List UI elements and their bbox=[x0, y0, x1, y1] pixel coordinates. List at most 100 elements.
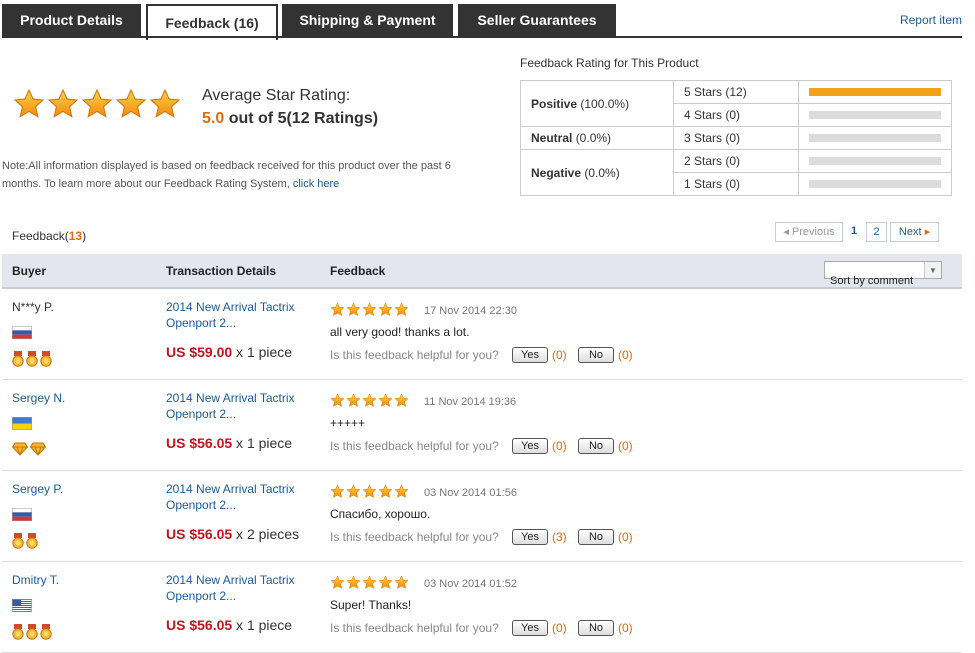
product-link[interactable]: 2014 New Arrival Tactrix Openport 2... bbox=[166, 481, 316, 513]
helpful-yes-button[interactable]: Yes bbox=[512, 347, 548, 363]
sort-select[interactable]: Sort by comment ▼ bbox=[824, 261, 942, 287]
buyer-level bbox=[12, 351, 54, 367]
buyer-name[interactable]: Sergey P. bbox=[12, 482, 63, 496]
helpful-no-button[interactable]: No bbox=[578, 438, 614, 454]
star-icon bbox=[330, 575, 345, 595]
feedback-table-header: Buyer Transaction Details Feedback Sort … bbox=[2, 254, 962, 289]
buyer-level bbox=[12, 533, 40, 549]
buyer-level bbox=[12, 624, 54, 640]
feedback-row: Sergey N. 2014 New Arrival Tactrix Openpo… bbox=[2, 380, 962, 471]
feedback-comment: +++++ bbox=[330, 416, 366, 430]
star-icon bbox=[394, 393, 409, 413]
helpful-yes-button[interactable]: Yes bbox=[512, 529, 548, 545]
buyer-level-icon bbox=[29, 442, 47, 460]
star-icon bbox=[378, 575, 393, 595]
feedback-row: Dmitry T. 2014 New Arrival Tactrix Openpo… bbox=[2, 562, 962, 653]
neutral-cell: Neutral (0.0%) bbox=[520, 126, 674, 150]
star-bar-cell bbox=[798, 149, 952, 173]
feedback-stars bbox=[330, 575, 410, 595]
star-icon bbox=[330, 302, 345, 322]
star-icon bbox=[362, 484, 377, 504]
star-icon bbox=[362, 393, 377, 413]
buyer-name: N***y P. bbox=[12, 300, 54, 314]
feedback-stars bbox=[330, 302, 410, 322]
star-icon bbox=[362, 302, 377, 322]
yes-count: (0) bbox=[552, 348, 567, 362]
star-icon bbox=[346, 484, 361, 504]
buyer-level-icon bbox=[26, 351, 38, 371]
helpful-question: Is this feedback helpful for you? bbox=[330, 348, 499, 362]
feedback-row: Sergey P. 2014 New Arrival Tactrix Openpo… bbox=[2, 471, 962, 562]
page-2-button[interactable]: 2 bbox=[866, 222, 887, 242]
buyer-name[interactable]: Dmitry T. bbox=[12, 573, 59, 587]
star-row-label: 3 Stars (0) bbox=[673, 126, 799, 150]
star-bar-cell bbox=[798, 103, 952, 127]
click-here-link[interactable]: click here bbox=[293, 178, 339, 190]
page-1-current: 1 bbox=[850, 225, 858, 237]
star-bar bbox=[809, 180, 941, 188]
star-row-label: 4 Stars (0) bbox=[673, 103, 799, 127]
star-row-label: 1 Stars (0) bbox=[673, 172, 799, 196]
previous-page-button[interactable]: ◂ Previous bbox=[775, 222, 843, 242]
buyer-level bbox=[11, 442, 48, 460]
feedback-stars bbox=[330, 484, 410, 504]
star-icon bbox=[330, 484, 345, 504]
country-flag-icon bbox=[11, 507, 33, 522]
feedback-stars bbox=[330, 393, 410, 413]
feedback-row: N***y P. 2014 New Arrival Tactrix Openpor… bbox=[2, 289, 962, 380]
helpful-yes-button[interactable]: Yes bbox=[512, 438, 548, 454]
star-icon bbox=[346, 393, 361, 413]
feedback-date: 11 Nov 2014 19:36 bbox=[424, 396, 517, 408]
next-page-button[interactable]: Next ▸ bbox=[890, 222, 939, 242]
star-icon bbox=[378, 484, 393, 504]
star-icon bbox=[115, 88, 147, 125]
product-link[interactable]: 2014 New Arrival Tactrix Openport 2... bbox=[166, 299, 316, 331]
star-icon bbox=[13, 88, 45, 125]
helpful-no-button[interactable]: No bbox=[578, 620, 614, 636]
star-icon bbox=[394, 484, 409, 504]
star-bar bbox=[809, 157, 941, 165]
rating-table-title: Feedback Rating for This Product bbox=[520, 56, 699, 70]
tab-shipping-payment[interactable]: Shipping & Payment bbox=[282, 4, 453, 36]
feedback-note: Note:All information displayed is based … bbox=[2, 157, 472, 193]
star-bar-cell bbox=[798, 172, 952, 196]
order-price: US $56.05 x 1 piece bbox=[166, 435, 293, 451]
star-icon bbox=[330, 393, 345, 413]
tab-product-details[interactable]: Product Details bbox=[2, 4, 141, 36]
feedback-date: 17 Nov 2014 22:30 bbox=[424, 305, 517, 317]
star-bar bbox=[809, 111, 941, 119]
col-buyer: Buyer bbox=[12, 264, 47, 278]
tab-seller-guarantees[interactable]: Seller Guarantees bbox=[458, 4, 616, 36]
tab-feedback[interactable]: Feedback (16) bbox=[146, 4, 278, 40]
star-icon bbox=[394, 302, 409, 322]
no-count: (0) bbox=[618, 530, 633, 544]
yes-count: (3) bbox=[552, 530, 567, 544]
star-icon bbox=[346, 302, 361, 322]
country-flag-icon bbox=[11, 416, 33, 431]
tab-bar: Product Details Feedback (16) Shipping &… bbox=[0, 0, 962, 40]
star-bar-cell bbox=[798, 80, 952, 104]
average-stars bbox=[13, 88, 183, 125]
star-row-label: 2 Stars (0) bbox=[673, 149, 799, 173]
feedback-date: 03 Nov 2014 01:56 bbox=[424, 487, 517, 499]
star-icon bbox=[47, 88, 79, 125]
report-item-link[interactable]: Report item bbox=[900, 13, 962, 27]
col-transaction: Transaction Details bbox=[166, 264, 277, 278]
no-count: (0) bbox=[618, 348, 633, 362]
helpful-no-button[interactable]: No bbox=[578, 529, 614, 545]
helpful-yes-button[interactable]: Yes bbox=[512, 620, 548, 636]
helpful-question: Is this feedback helpful for you? bbox=[330, 621, 499, 635]
buyer-name[interactable]: Sergey N. bbox=[12, 391, 65, 405]
product-link[interactable]: 2014 New Arrival Tactrix Openport 2... bbox=[166, 572, 316, 604]
star-icon bbox=[346, 575, 361, 595]
no-count: (0) bbox=[618, 439, 633, 453]
feedback-date: 03 Nov 2014 01:52 bbox=[424, 578, 517, 590]
helpful-no-button[interactable]: No bbox=[578, 347, 614, 363]
average-rating-value: 5.0 out of 5(12 Ratings) bbox=[202, 110, 378, 128]
product-link[interactable]: 2014 New Arrival Tactrix Openport 2... bbox=[166, 390, 316, 422]
feedback-count: Feedback(13) bbox=[12, 229, 87, 243]
star-row-label: 5 Stars (12) bbox=[673, 80, 799, 104]
star-icon bbox=[394, 575, 409, 595]
no-count: (0) bbox=[618, 621, 633, 635]
rating-table: Positive (100.0%) 5 Stars (12) 4 Stars (… bbox=[520, 80, 952, 196]
